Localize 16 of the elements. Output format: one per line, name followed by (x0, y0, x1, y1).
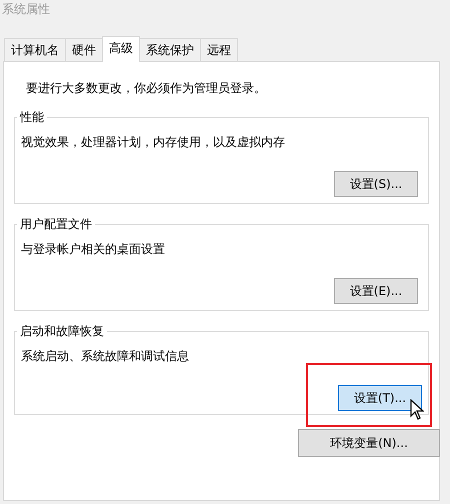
window-title: 系统属性 (1, 1, 51, 18)
group-description: 视觉效果，处理器计划，内存使用，以及虚拟内存 (21, 134, 286, 151)
environment-variables-button[interactable]: 环境变量(N)... (298, 429, 440, 457)
group-title: 用户配置文件 (19, 216, 93, 233)
settings-button[interactable]: 设置(S)... (334, 171, 418, 197)
admin-notice: 要进行大多数更改，你必须作为管理员登录。 (26, 80, 267, 97)
group-description: 与登录帐户相关的桌面设置 (21, 241, 166, 258)
tab[interactable]: 计算机名 (4, 38, 66, 61)
tab[interactable]: 远程 (200, 38, 238, 61)
tab[interactable]: 高级 (102, 36, 140, 62)
group-title: 启动和故障恢复 (19, 323, 105, 340)
settings-button[interactable]: 设置(T)... (338, 385, 422, 411)
group-title: 性能 (18, 109, 45, 126)
settings-button[interactable]: 设置(E)... (334, 278, 418, 304)
group-description: 系统启动、系统故障和调试信息 (21, 348, 190, 365)
cursor-icon (410, 399, 424, 420)
